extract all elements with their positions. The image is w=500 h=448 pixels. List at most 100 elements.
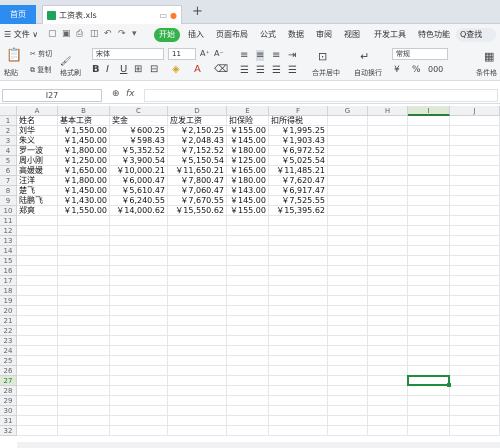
- cell[interactable]: [450, 416, 500, 426]
- cell[interactable]: [408, 236, 450, 246]
- row-header[interactable]: 13: [0, 236, 17, 246]
- cell[interactable]: [227, 396, 269, 406]
- cell[interactable]: [408, 326, 450, 336]
- table-cell[interactable]: ￥145.00: [227, 136, 269, 146]
- cell[interactable]: [17, 416, 58, 426]
- cell[interactable]: [168, 336, 227, 346]
- menu-tab-developer[interactable]: 开发工具: [374, 29, 406, 40]
- cell[interactable]: [368, 296, 408, 306]
- table-cell[interactable]: ￥180.00: [227, 146, 269, 156]
- row-header[interactable]: 5: [0, 156, 17, 166]
- cell[interactable]: [168, 356, 227, 366]
- cell[interactable]: [450, 216, 500, 226]
- table-cell[interactable]: ￥1,250.00: [58, 156, 110, 166]
- cell[interactable]: [450, 276, 500, 286]
- cell[interactable]: [110, 406, 168, 416]
- menu-tab-page-layout[interactable]: 页面布局: [216, 29, 248, 40]
- cell[interactable]: [368, 326, 408, 336]
- row-header[interactable]: 24: [0, 346, 17, 356]
- cell[interactable]: [368, 286, 408, 296]
- cell[interactable]: [408, 256, 450, 266]
- cell[interactable]: [58, 216, 110, 226]
- table-cell[interactable]: ￥1,903.43: [269, 136, 328, 146]
- cell[interactable]: [328, 136, 368, 146]
- cell[interactable]: [450, 166, 500, 176]
- cell[interactable]: [227, 366, 269, 376]
- cell[interactable]: [368, 346, 408, 356]
- table-cell[interactable]: ￥1,550.00: [58, 206, 110, 216]
- menu-tab-data[interactable]: 数据: [288, 29, 304, 40]
- row-header[interactable]: 11: [0, 216, 17, 226]
- cell[interactable]: [168, 416, 227, 426]
- cell[interactable]: [450, 366, 500, 376]
- cut-button[interactable]: ✂ 剪切: [30, 49, 52, 59]
- menu-tab-special[interactable]: 特色功能: [418, 29, 450, 40]
- cell[interactable]: [368, 136, 408, 146]
- row-header[interactable]: 18: [0, 286, 17, 296]
- tab-file[interactable]: 工资表.xls ▭ ●: [42, 5, 182, 24]
- cell[interactable]: [408, 336, 450, 346]
- cell[interactable]: [58, 256, 110, 266]
- cell[interactable]: [328, 406, 368, 416]
- cell[interactable]: [168, 386, 227, 396]
- grow-font-icon[interactable]: A⁺: [200, 49, 210, 58]
- cell[interactable]: [368, 116, 408, 126]
- column-header-g[interactable]: G: [328, 106, 368, 116]
- row-header[interactable]: 1: [0, 116, 17, 126]
- row-header[interactable]: 7: [0, 176, 17, 186]
- format-painter-icon[interactable]: 🖌: [60, 57, 71, 67]
- cell[interactable]: [328, 276, 368, 286]
- cell[interactable]: [269, 276, 328, 286]
- cell[interactable]: [368, 156, 408, 166]
- cell[interactable]: [450, 156, 500, 166]
- cell[interactable]: [450, 186, 500, 196]
- cell[interactable]: [227, 416, 269, 426]
- cell[interactable]: [269, 366, 328, 376]
- row-header[interactable]: 10: [0, 206, 17, 216]
- table-cell[interactable]: ￥11,485.21: [269, 166, 328, 176]
- cell[interactable]: [368, 356, 408, 366]
- cell[interactable]: [168, 236, 227, 246]
- table-cell[interactable]: ￥6,972.52: [269, 146, 328, 156]
- cell[interactable]: [328, 386, 368, 396]
- table-cell[interactable]: ￥155.00: [227, 206, 269, 216]
- cell[interactable]: [450, 386, 500, 396]
- fx-icon[interactable]: fx: [126, 89, 135, 99]
- table-cell[interactable]: ￥5,150.54: [168, 156, 227, 166]
- cell[interactable]: [168, 366, 227, 376]
- cell[interactable]: [450, 146, 500, 156]
- cell[interactable]: [269, 426, 328, 436]
- table-cell[interactable]: 周小刚: [17, 156, 58, 166]
- cell[interactable]: [58, 266, 110, 276]
- tab-close-icon[interactable]: ●: [170, 6, 177, 25]
- format-painter-button[interactable]: 格式刷: [60, 68, 81, 78]
- cell[interactable]: [168, 296, 227, 306]
- cell[interactable]: [408, 226, 450, 236]
- column-header-j[interactable]: J: [450, 106, 500, 116]
- table-cell[interactable]: ￥7,800.47: [168, 176, 227, 186]
- cell[interactable]: [408, 126, 450, 136]
- table-cell[interactable]: ￥145.00: [227, 196, 269, 206]
- new-tab-button[interactable]: +: [192, 4, 203, 19]
- cell[interactable]: [408, 406, 450, 416]
- cell[interactable]: [227, 296, 269, 306]
- cell[interactable]: [17, 386, 58, 396]
- cell[interactable]: [58, 346, 110, 356]
- cell[interactable]: [328, 186, 368, 196]
- align-center-icon[interactable]: ☰: [256, 65, 265, 76]
- cell[interactable]: [17, 356, 58, 366]
- table-cell[interactable]: ￥180.00: [227, 176, 269, 186]
- indent-icon[interactable]: ⇥: [288, 50, 296, 61]
- cell[interactable]: [58, 246, 110, 256]
- column-header-i[interactable]: I: [408, 106, 450, 116]
- cell[interactable]: [58, 296, 110, 306]
- percent-button[interactable]: %: [412, 65, 421, 75]
- cell[interactable]: [110, 356, 168, 366]
- row-header[interactable]: 27: [0, 376, 17, 386]
- table-cell[interactable]: 高媛媛: [17, 166, 58, 176]
- row-header[interactable]: 9: [0, 196, 17, 206]
- cell[interactable]: [168, 346, 227, 356]
- cell[interactable]: [17, 226, 58, 236]
- conditional-format-icon[interactable]: ▦: [484, 50, 494, 63]
- tab-home[interactable]: 首页: [0, 5, 36, 24]
